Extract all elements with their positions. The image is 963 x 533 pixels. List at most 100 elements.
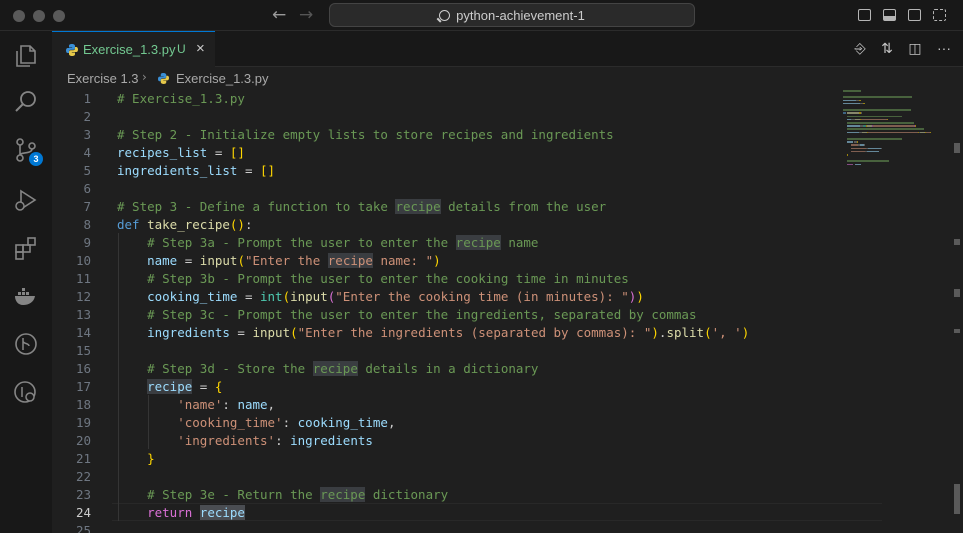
code-line[interactable]: 25: [52, 522, 963, 533]
minimap-line: [868, 131, 918, 134]
code-token: recipe: [327, 253, 373, 268]
code-token: recipe: [312, 361, 358, 376]
command-center-search[interactable]: python-achievement-1: [329, 3, 695, 27]
code-token: ,: [387, 415, 396, 430]
compare-icon[interactable]: ⇅: [881, 40, 893, 57]
code-text: # Step 3a - Prompt the user to enter the…: [117, 234, 538, 252]
code-line[interactable]: 20 'ingredients': ingredients: [52, 432, 963, 450]
minimap-line: [843, 112, 847, 114]
close-tab-icon[interactable]: ×: [196, 40, 205, 57]
code-token: cooking_time: [297, 415, 388, 430]
code-line[interactable]: 9 # Step 3a - Prompt the user to enter t…: [52, 234, 963, 252]
git-graph-icon[interactable]: [13, 331, 39, 357]
code-token: input: [290, 289, 328, 304]
minimap-line: [847, 128, 924, 130]
code-token: 'ingredients': [177, 433, 276, 448]
code-line[interactable]: 16 # Step 3d - Store the recipe details …: [52, 360, 963, 378]
zoom-window-button[interactable]: [53, 10, 65, 22]
code-token: recipe: [320, 487, 366, 502]
line-number: 2: [83, 109, 91, 124]
python-file-icon: [158, 71, 169, 86]
customize-layout-icon[interactable]: [933, 9, 946, 21]
arrow-right-icon[interactable]: →: [299, 5, 313, 25]
docker-icon[interactable]: [13, 283, 39, 309]
code-text: # Step 3e - Return the recipe dictionary: [117, 486, 448, 504]
minimap-line: [878, 118, 888, 121]
code-line[interactable]: 13 # Step 3c - Prompt the user to enter …: [52, 306, 963, 324]
breadcrumb: Exercise 1.3 › Exercise_1.3.py: [52, 67, 963, 89]
close-window-button[interactable]: [13, 10, 25, 22]
code-line[interactable]: 12 cooking_time = int(input("Enter the c…: [52, 288, 963, 306]
tab-exercise-file[interactable]: Exercise_1.3.py U ×: [52, 31, 215, 67]
minimap-line: [847, 112, 859, 114]
toggle-primary-sidebar-icon[interactable]: [858, 9, 871, 21]
overview-ruler[interactable]: [951, 89, 963, 533]
code-line[interactable]: 11 # Step 3b - Prompt the user to enter …: [52, 270, 963, 288]
code-line[interactable]: 8 def take_recipe():: [52, 216, 963, 234]
code-line[interactable]: 14 ingredients = input("Enter the ingred…: [52, 324, 963, 342]
code-line[interactable]: 18 'name': name,: [52, 396, 963, 414]
code-token: # Step 3d - Store the: [147, 361, 313, 376]
code-token: ingredients_list: [117, 163, 238, 178]
code-line[interactable]: 10 name = input("Enter the recipe name: …: [52, 252, 963, 270]
code-token: []: [229, 145, 245, 160]
toggle-secondary-sidebar-icon[interactable]: [908, 9, 921, 21]
code-token: ', ': [711, 325, 742, 340]
minimap-line: [847, 138, 871, 140]
minimap[interactable]: [843, 89, 951, 249]
code-line[interactable]: 24 return recipe: [52, 504, 963, 522]
toggle-panel-icon[interactable]: [883, 9, 896, 21]
code-line[interactable]: 15: [52, 342, 963, 360]
search-icon[interactable]: [13, 89, 39, 115]
breadcrumb-folder[interactable]: Exercise 1.3: [67, 71, 139, 86]
minimap-line: [915, 125, 917, 127]
code-line[interactable]: 3 # Step 2 - Initialize empty lists to st…: [52, 126, 963, 144]
code-line[interactable]: 23 # Step 3e - Return the recipe diction…: [52, 486, 963, 504]
line-number: 17: [75, 379, 91, 394]
minimap-line: [851, 147, 867, 150]
code-token: =: [237, 289, 260, 304]
line-number: 15: [75, 343, 91, 358]
code-token: "Enter the cooking time (in minutes): ": [335, 289, 629, 304]
remote-explorer-icon[interactable]: [13, 379, 39, 405]
extensions-icon[interactable]: [13, 235, 39, 261]
minimap-line: [860, 112, 862, 114]
code-line[interactable]: 5 ingredients_list = []: [52, 162, 963, 180]
code-line[interactable]: 6: [52, 180, 963, 198]
breadcrumb-file[interactable]: Exercise_1.3.py: [176, 71, 269, 86]
line-number: 14: [75, 325, 91, 340]
code-line[interactable]: 1 # Exercise_1.3.py: [52, 90, 963, 108]
code-text: # Step 2 - Initialize empty lists to sto…: [117, 126, 614, 144]
code-line[interactable]: 7 # Step 3 - Define a function to take re…: [52, 198, 963, 216]
code-line[interactable]: 21 }: [52, 450, 963, 468]
code-token: name: [500, 235, 539, 250]
code-token: input: [252, 325, 291, 340]
code-line[interactable]: 17 recipe = {: [52, 378, 963, 396]
code-line[interactable]: 4 recipes_list = []: [52, 144, 963, 162]
code-line[interactable]: 2: [52, 108, 963, 126]
code-line[interactable]: 22: [52, 468, 963, 486]
run-debug-icon[interactable]: [13, 187, 39, 213]
code-token: }: [147, 451, 155, 466]
code-token: ): [651, 325, 659, 340]
code-token: =: [207, 145, 230, 160]
minimap-line: [896, 115, 902, 118]
arrow-left-icon[interactable]: ←: [272, 5, 286, 25]
code-line[interactable]: 19 'cooking_time': cooking_time,: [52, 414, 963, 432]
open-changes-icon[interactable]: ⎆: [854, 40, 865, 57]
minimap-line: [880, 147, 882, 150]
more-actions-icon[interactable]: ···: [937, 40, 951, 56]
minimize-window-button[interactable]: [33, 10, 45, 22]
split-editor-icon[interactable]: ◫: [908, 40, 921, 57]
code-token: 'name': [177, 397, 223, 412]
explorer-icon[interactable]: [13, 43, 39, 69]
code-token: =: [192, 379, 215, 394]
code-text: return recipe: [117, 504, 245, 522]
code-editor[interactable]: 1 # Exercise_1.3.py 2 3 # Step 2 - Initializ…: [52, 89, 963, 533]
